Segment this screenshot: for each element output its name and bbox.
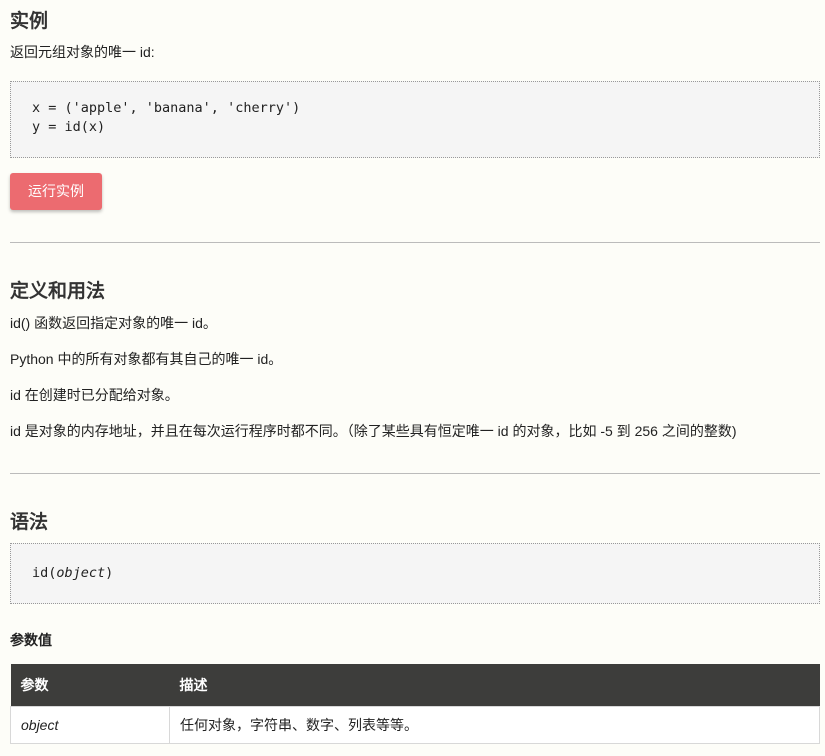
param-description-cell: 任何对象，字符串、数字、列表等等。	[169, 706, 820, 744]
definition-paragraph: id 是对象的内存地址，并且在每次运行程序时都不同。（除了某些具有恒定唯一 id…	[10, 423, 737, 439]
definition-heading: 定义和用法	[10, 281, 106, 302]
run-example-button[interactable]: 运行实例	[10, 173, 102, 210]
code-line: y = id(x)	[32, 119, 106, 135]
definition-paragraph: id 在创建时已分配给对象。	[10, 387, 179, 403]
params-table: 参数 描述 object 任何对象，字符串、数字、列表等等。	[10, 664, 820, 744]
syntax-close: )	[105, 565, 114, 581]
divider	[10, 473, 820, 474]
syntax-function: id(	[32, 565, 57, 581]
param-name-cell: object	[10, 706, 170, 744]
definition-paragraph: Python 中的所有对象都有其自己的唯一 id。	[10, 351, 283, 367]
syntax-code-line: id(object)	[32, 564, 819, 583]
code-line: x = ('apple', 'banana', 'cherry')	[32, 100, 301, 116]
divider	[10, 242, 820, 243]
params-heading: 参数值	[10, 632, 52, 648]
syntax-heading: 语法	[10, 512, 49, 533]
syntax-code-block: id(object)	[10, 543, 820, 604]
table-header-row: 参数 描述	[10, 664, 820, 707]
definition-paragraph: id() 函数返回指定对象的唯一 id。	[10, 315, 217, 331]
column-header-param: 参数	[10, 664, 170, 707]
column-header-description: 描述	[169, 664, 820, 707]
example-code-block: x = ('apple', 'banana', 'cherry') y = id…	[10, 81, 820, 158]
table-row: object 任何对象，字符串、数字、列表等等。	[10, 706, 820, 744]
example-intro: 返回元组对象的唯一 id:	[10, 44, 155, 60]
example-heading: 实例	[10, 11, 49, 32]
syntax-param: object	[56, 565, 106, 581]
